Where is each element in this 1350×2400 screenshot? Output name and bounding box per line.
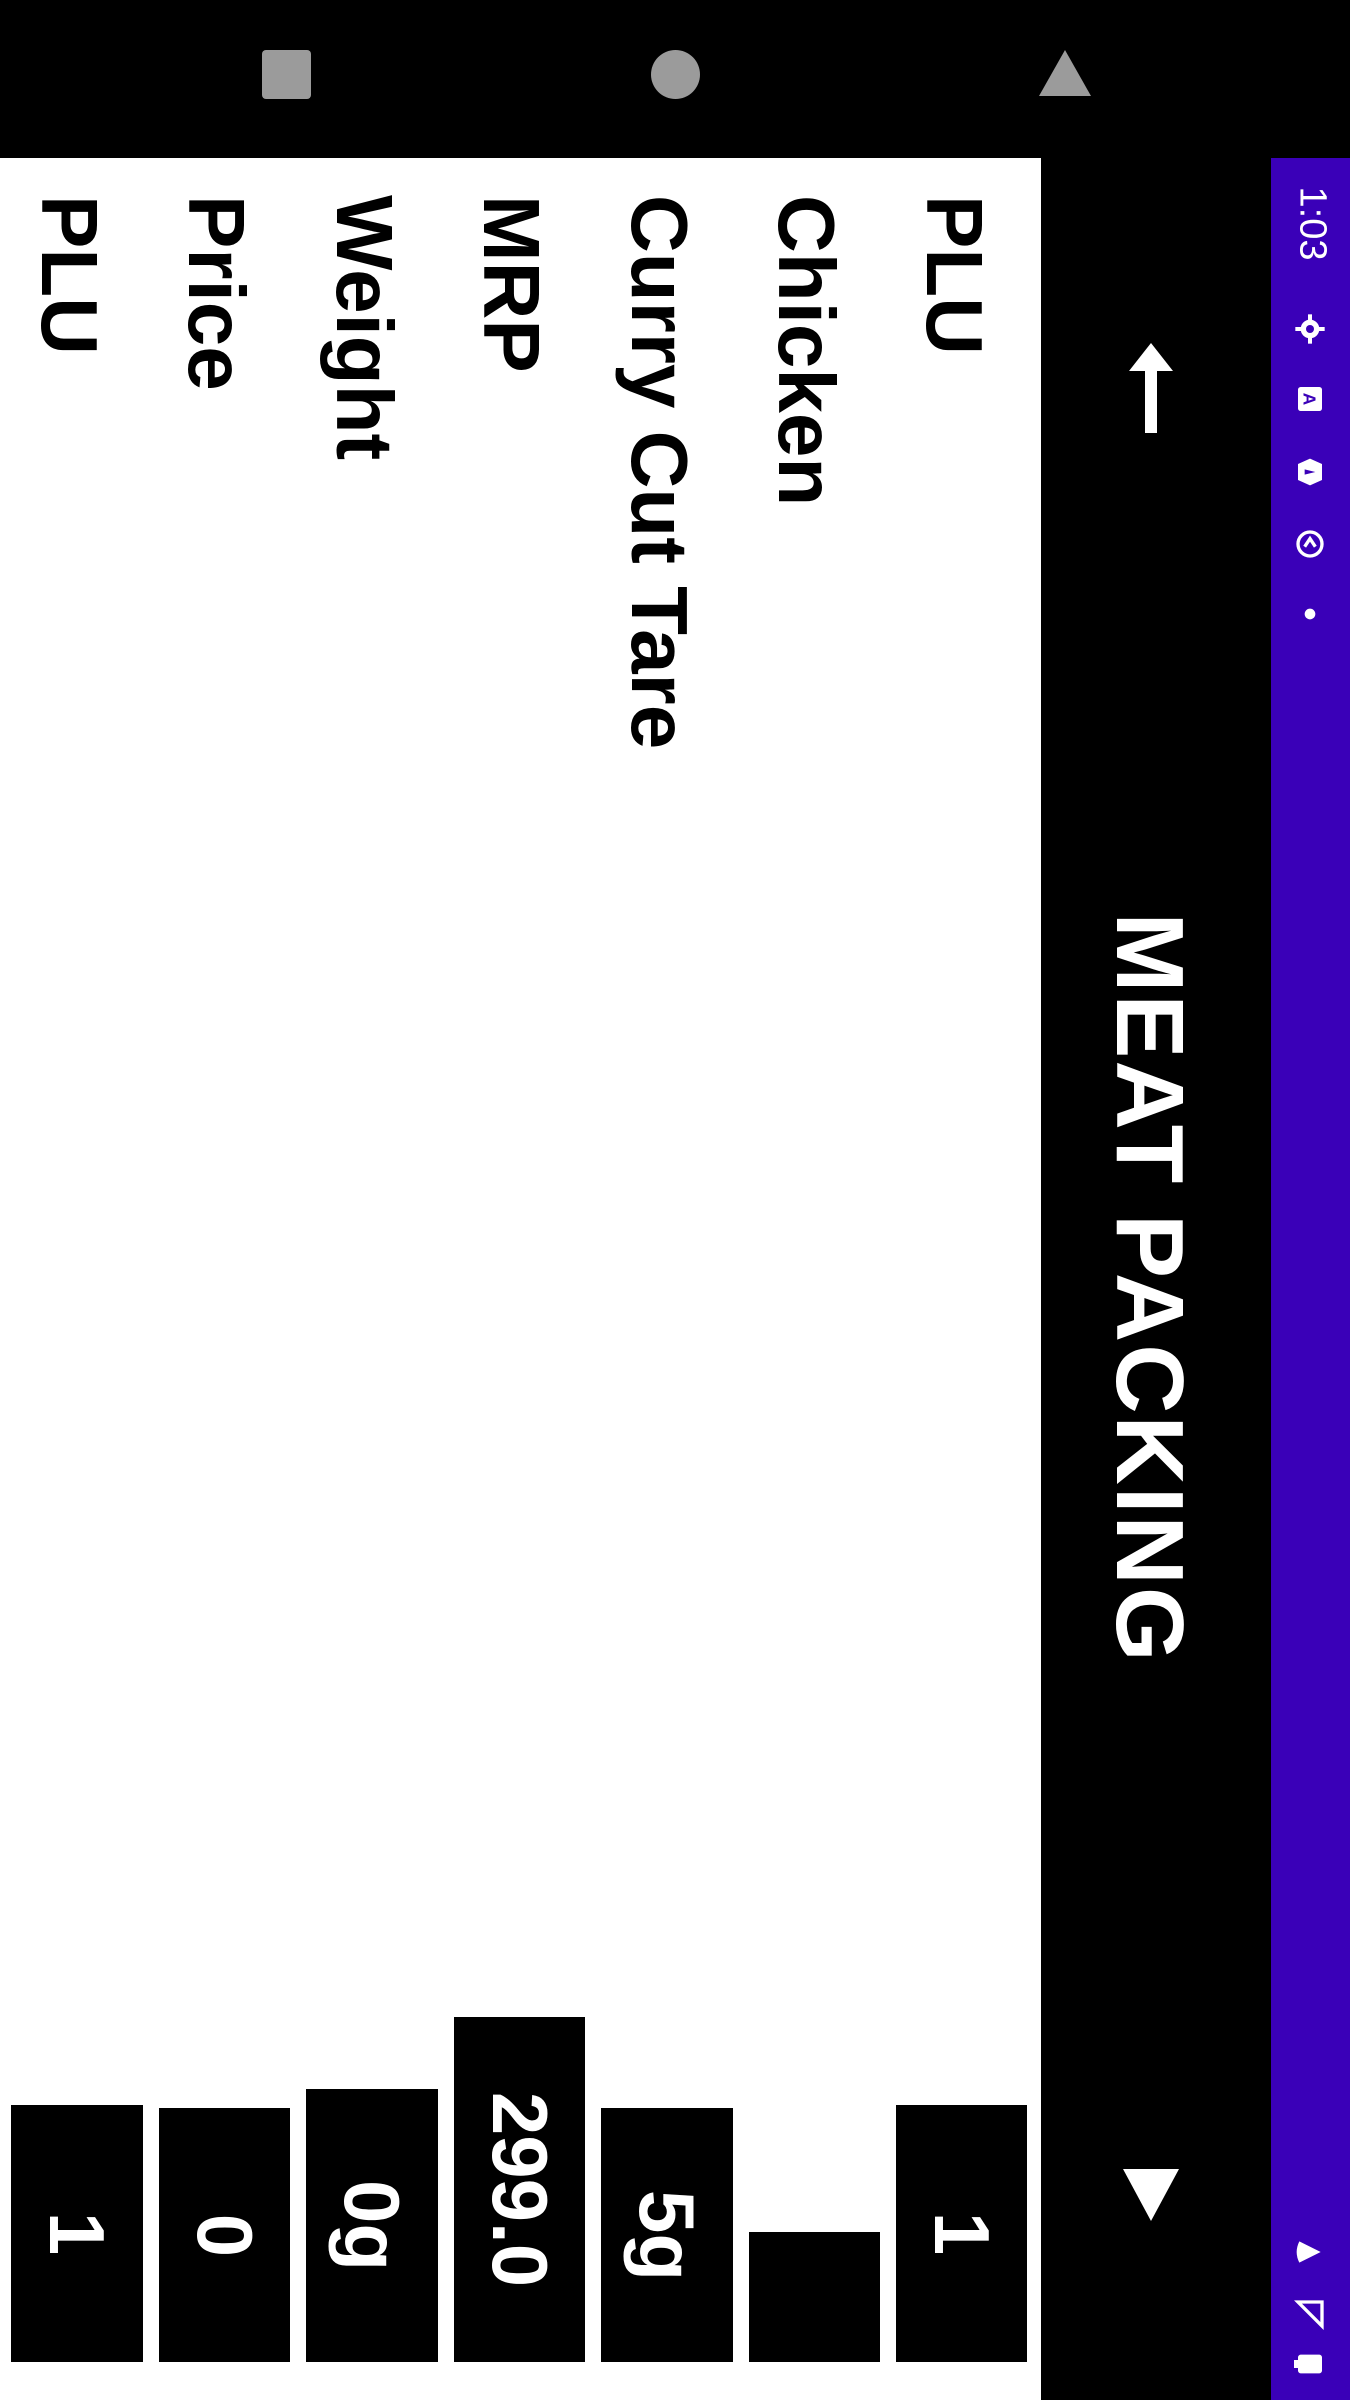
dropdown-triangle-icon[interactable] — [1119, 2163, 1183, 2227]
app-bar: MEAT PACKING — [1041, 158, 1271, 2400]
mrp-value: 299.0 — [476, 2091, 565, 2288]
plu-value: 1 — [917, 2211, 1006, 2256]
mrp-value-box[interactable]: 299.0 — [454, 2017, 585, 2362]
label-weight: Weight — [320, 195, 409, 461]
weight-value-box[interactable]: 0g — [306, 2089, 438, 2362]
dot-icon — [1294, 598, 1326, 630]
wifi-icon — [1294, 2236, 1326, 2268]
plu-value-box[interactable]: 1 — [896, 2105, 1027, 2362]
weight-value: 0g — [328, 2179, 417, 2272]
signal-icon — [1294, 2298, 1326, 2330]
gear-icon — [1294, 313, 1326, 345]
home-button[interactable] — [651, 50, 700, 99]
label-plu-2: PLU — [25, 195, 114, 355]
page-title: MEAT PACKING — [1096, 912, 1204, 1664]
app-a-icon: A — [1294, 383, 1326, 415]
tare-value-box[interactable]: 5g — [601, 2108, 733, 2362]
back-button[interactable] — [1039, 50, 1091, 96]
label-chicken: Chicken — [762, 195, 851, 507]
svg-text:A: A — [1299, 393, 1319, 406]
label-curry-cut-tare: Curry Cut Tare — [615, 195, 704, 750]
battery-icon — [1294, 2348, 1326, 2380]
recent-apps-button[interactable] — [262, 50, 311, 99]
chicken-value-box[interactable] — [749, 2232, 880, 2362]
sync-icon — [1294, 528, 1326, 560]
navigation-bar — [0, 0, 1350, 158]
plu-2-value-box[interactable]: 1 — [11, 2105, 143, 2362]
plu-2-value: 1 — [33, 2211, 122, 2256]
label-plu: PLU — [910, 195, 999, 355]
status-bar: 1:03 A — [1271, 158, 1350, 2400]
label-price: Price — [172, 195, 261, 391]
price-value-box[interactable]: 0 — [159, 2108, 290, 2362]
arrow-up-icon[interactable] — [1121, 343, 1181, 433]
price-value: 0 — [180, 2213, 269, 2257]
status-time: 1:03 — [1291, 186, 1334, 261]
tare-value: 5g — [623, 2189, 712, 2281]
shield-icon — [1294, 456, 1326, 488]
label-mrp: MRP — [467, 195, 556, 373]
